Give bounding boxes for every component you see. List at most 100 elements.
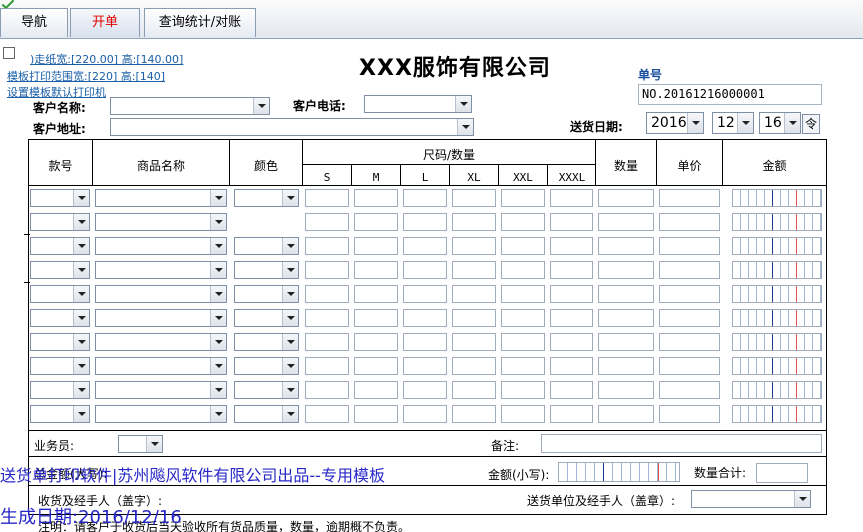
quantity-input[interactable] [598,357,654,375]
unit-price-input[interactable] [659,261,720,279]
xl-input[interactable] [452,237,496,255]
unit-price-input[interactable] [659,357,720,375]
l-input[interactable] [403,381,447,399]
xl-input[interactable] [452,189,496,207]
l-input[interactable] [403,213,447,231]
l-input[interactable] [403,333,447,351]
date-day-select[interactable]: 16 [759,112,801,134]
m-input[interactable] [354,285,398,303]
product-name-select[interactable] [95,285,227,303]
customer-name-select[interactable] [110,97,270,115]
m-input[interactable] [354,405,398,423]
unit-price-input[interactable] [659,285,720,303]
s-input[interactable] [305,309,349,327]
unit-price-input[interactable] [659,237,720,255]
xxxl-input[interactable] [550,237,593,255]
product-name-select[interactable] [95,213,227,231]
xxl-input[interactable] [501,333,545,351]
remarks-input[interactable] [541,434,822,453]
style-no-select[interactable] [30,261,90,279]
product-name-select[interactable] [95,381,227,399]
color-select[interactable] [234,189,299,207]
unit-price-input[interactable] [659,189,720,207]
product-name-select[interactable] [95,309,227,327]
xl-input[interactable] [452,285,496,303]
s-input[interactable] [305,333,349,351]
m-input[interactable] [354,237,398,255]
xl-input[interactable] [452,261,496,279]
quantity-input[interactable] [598,285,654,303]
color-select[interactable] [234,285,299,303]
l-input[interactable] [403,189,447,207]
xl-input[interactable] [452,405,496,423]
xxl-input[interactable] [501,213,545,231]
xxl-input[interactable] [501,285,545,303]
quantity-input[interactable] [598,237,654,255]
color-select[interactable] [234,357,299,375]
xxxl-input[interactable] [550,405,593,423]
xl-input[interactable] [452,333,496,351]
l-input[interactable] [403,357,447,375]
xxxl-input[interactable] [550,357,593,375]
xl-input[interactable] [452,357,496,375]
color-select[interactable] [234,237,299,255]
product-name-select[interactable] [95,189,227,207]
l-input[interactable] [403,237,447,255]
date-spinner-button[interactable]: 令 [802,114,820,134]
m-input[interactable] [354,213,398,231]
tab-query-statistics[interactable]: 查询统计/对账 [144,8,256,37]
xxxl-input[interactable] [550,309,593,327]
quantity-input[interactable] [598,189,654,207]
m-input[interactable] [354,333,398,351]
xl-input[interactable] [452,381,496,399]
xl-input[interactable] [452,213,496,231]
xxl-input[interactable] [501,189,545,207]
l-input[interactable] [403,261,447,279]
xxl-input[interactable] [501,405,545,423]
m-input[interactable] [354,381,398,399]
color-select[interactable] [234,333,299,351]
s-input[interactable] [305,189,349,207]
s-input[interactable] [305,237,349,255]
xxl-input[interactable] [501,357,545,375]
xxxl-input[interactable] [550,189,593,207]
s-input[interactable] [305,357,349,375]
m-input[interactable] [354,309,398,327]
m-input[interactable] [354,189,398,207]
xl-input[interactable] [452,309,496,327]
quantity-input[interactable] [598,213,654,231]
tab-navigation[interactable]: 导航 [0,8,68,37]
quantity-input[interactable] [598,309,654,327]
style-no-select[interactable] [30,285,90,303]
xxxl-input[interactable] [550,381,593,399]
s-input[interactable] [305,285,349,303]
style-no-select[interactable] [30,309,90,327]
quantity-input[interactable] [598,381,654,399]
xxxl-input[interactable] [550,285,593,303]
customer-phone-select[interactable] [364,95,472,113]
xxl-input[interactable] [501,261,545,279]
product-name-select[interactable] [95,357,227,375]
salesperson-select[interactable] [118,435,163,453]
style-no-select[interactable] [30,405,90,423]
order-no-field[interactable]: NO.20161216000001 [638,84,822,105]
xxxl-input[interactable] [550,333,593,351]
color-select[interactable] [234,381,299,399]
l-input[interactable] [403,405,447,423]
xxl-input[interactable] [501,381,545,399]
color-select[interactable] [234,261,299,279]
product-name-select[interactable] [95,405,227,423]
style-no-select[interactable] [30,357,90,375]
customer-address-select[interactable] [110,118,474,136]
unit-price-input[interactable] [659,381,720,399]
unit-price-input[interactable] [659,333,720,351]
style-no-select[interactable] [30,213,90,231]
unit-price-input[interactable] [659,405,720,423]
s-input[interactable] [305,381,349,399]
paper-size-link[interactable]: )走纸宽:[220.00] 高:[140.00] [30,51,183,67]
l-input[interactable] [403,285,447,303]
color-select[interactable] [234,309,299,327]
style-no-select[interactable] [30,333,90,351]
product-name-select[interactable] [95,237,227,255]
print-setting-checkbox[interactable] [3,47,15,59]
